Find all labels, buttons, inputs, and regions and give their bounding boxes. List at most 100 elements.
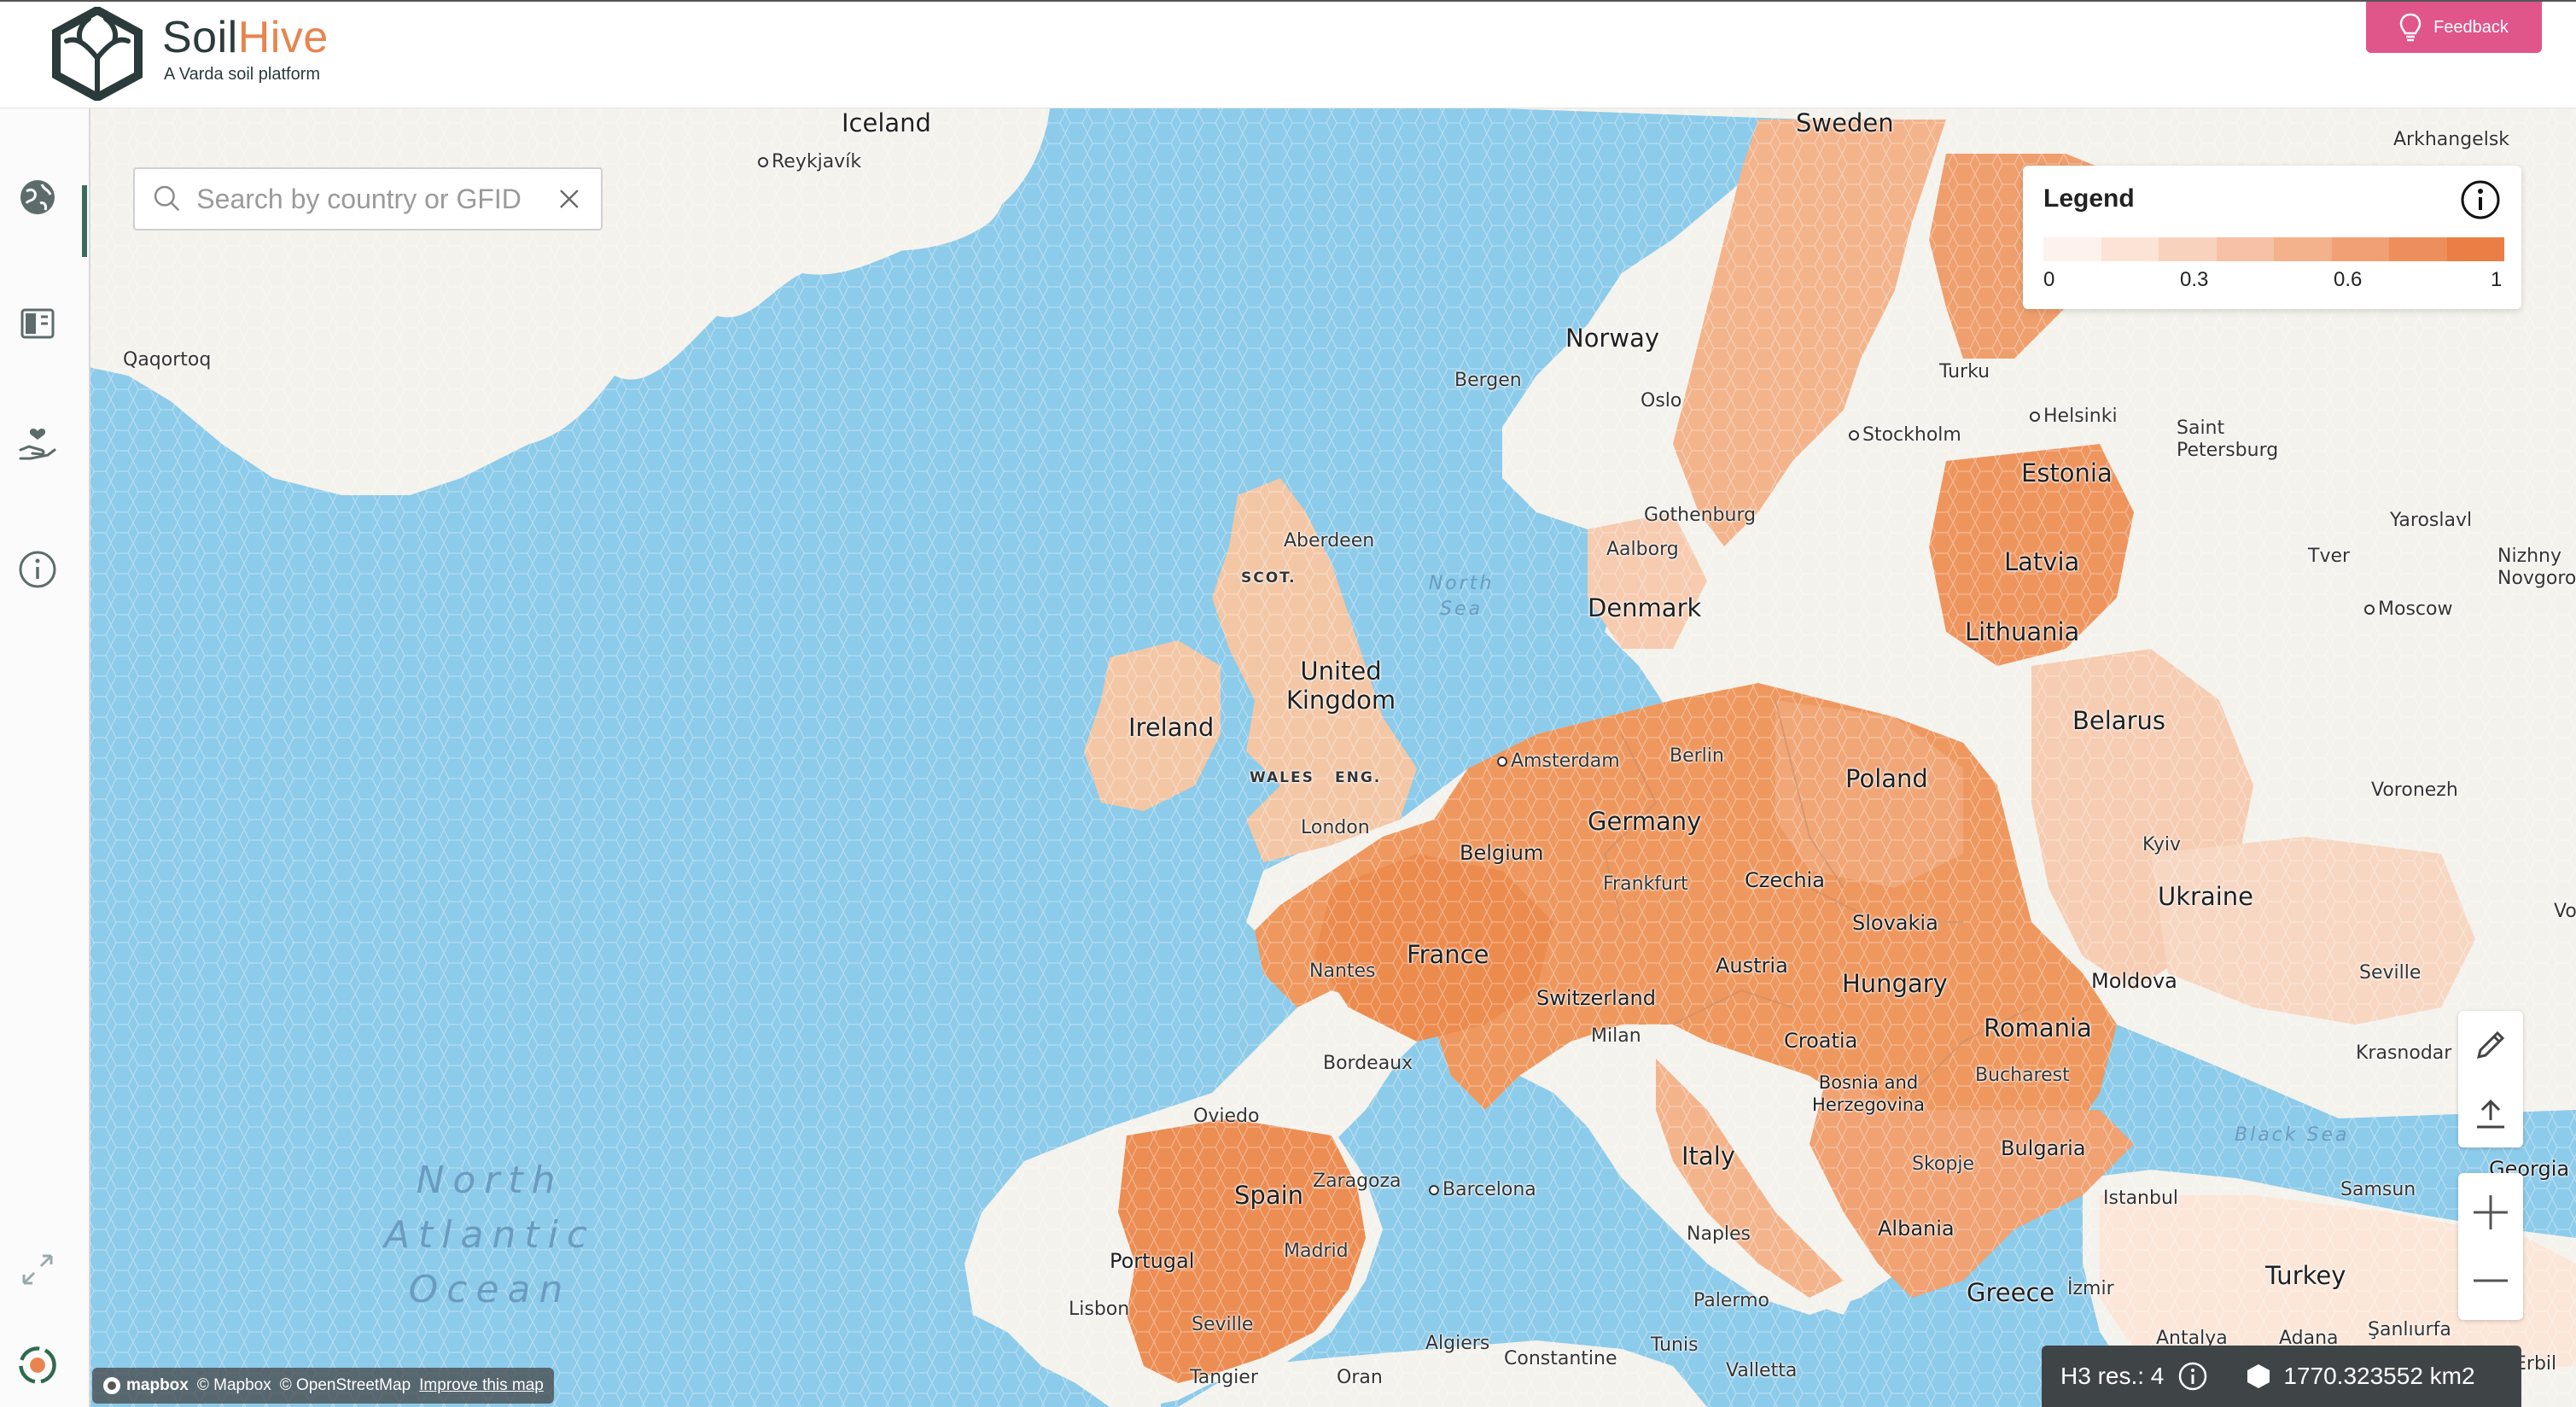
map-city-samsun: Samsun bbox=[2340, 1179, 2416, 1200]
map-city-valletta: Valletta bbox=[1726, 1360, 1798, 1381]
map-city-oviedo: Oviedo bbox=[1193, 1106, 1260, 1127]
map-city-barcelona: Barcelona bbox=[1429, 1179, 1536, 1200]
map-city-volgograd: Volgograd bbox=[2554, 901, 2576, 922]
zoom-controls bbox=[2458, 1173, 2523, 1320]
map-city-krasnodar: Krasnodar bbox=[2356, 1042, 2452, 1064]
map-city-stockholm: Stockholm bbox=[1849, 424, 1961, 446]
map-city-london: London bbox=[1301, 817, 1370, 838]
map-city-naples: Naples bbox=[1687, 1223, 1751, 1245]
map-label-poland: Poland bbox=[1845, 764, 1928, 793]
map-city-constantine: Constantine bbox=[1504, 1348, 1617, 1369]
soilhive-logo-icon[interactable] bbox=[50, 7, 145, 101]
map-city-tver: Tver bbox=[2308, 546, 2351, 567]
expand-icon[interactable] bbox=[17, 1249, 58, 1290]
map-attribution: mapbox © Mapbox © OpenStreetMap Improve … bbox=[92, 1368, 554, 1404]
search-input[interactable] bbox=[195, 172, 557, 225]
map-label-ireland: Ireland bbox=[1128, 713, 1215, 742]
legend-swatch bbox=[2043, 237, 2101, 261]
clear-search-icon[interactable] bbox=[557, 184, 582, 214]
map-label-ukraine: Ukraine bbox=[2158, 882, 2253, 911]
legend-swatch bbox=[2331, 237, 2389, 261]
map-city-aberdeen: Aberdeen bbox=[1284, 530, 1375, 552]
map-city-lisbon: Lisbon bbox=[1069, 1299, 1130, 1320]
map-label-sweden: Sweden bbox=[1796, 108, 1894, 137]
legend-swatch bbox=[2274, 237, 2332, 261]
layers-panel-icon[interactable] bbox=[17, 303, 58, 344]
map-label-estonia: Estonia bbox=[2021, 458, 2113, 487]
map-city-izmir: İzmir bbox=[2067, 1278, 2114, 1299]
map-city-qaqortoq: Qaqortoq bbox=[123, 349, 212, 371]
map-label-albania: Albania bbox=[1878, 1217, 1955, 1241]
map-label-belgium: Belgium bbox=[1460, 841, 1544, 865]
zoom-out-button[interactable] bbox=[2458, 1248, 2523, 1313]
osm-link[interactable]: © OpenStreetMap bbox=[280, 1376, 411, 1395]
map-region-scotland: SCOT. bbox=[1241, 569, 1297, 587]
map-label-czechia: Czechia bbox=[1745, 868, 1825, 892]
map-city-tunis: Tunis bbox=[1651, 1334, 1699, 1356]
map-city-moscow: Moscow bbox=[2364, 598, 2452, 620]
map-city-tangier: Tangier bbox=[1190, 1367, 1258, 1388]
feedback-label: Feedback bbox=[2433, 17, 2509, 37]
legend-color-scale bbox=[2043, 237, 2504, 261]
map-city-bordeaux: Bordeaux bbox=[1323, 1053, 1413, 1074]
globe-icon[interactable] bbox=[17, 177, 58, 218]
map-label-italy: Italy bbox=[1681, 1141, 1735, 1171]
map-city-gothenburg: Gothenburg bbox=[1644, 505, 1757, 526]
map-city-oslo: Oslo bbox=[1641, 390, 1682, 412]
map-label-hungary: Hungary bbox=[1842, 969, 1948, 998]
map-label-bulgaria: Bulgaria bbox=[2001, 1136, 2086, 1160]
map-city-kyiv: Kyiv bbox=[2142, 834, 2181, 855]
map-label-iceland: Iceland bbox=[842, 108, 931, 137]
map-city-zaragoza: Zaragoza bbox=[1313, 1171, 1402, 1192]
map-city-yaroslavl: Yaroslavl bbox=[2390, 510, 2473, 531]
map-city-turku: Turku bbox=[1939, 361, 1990, 382]
sidebar bbox=[0, 108, 90, 1407]
map-label-belarus: Belarus bbox=[2072, 706, 2165, 735]
map-city-amsterdam: Amsterdam bbox=[1497, 750, 1620, 772]
upload-button[interactable] bbox=[2458, 1081, 2523, 1146]
map-label-france: France bbox=[1407, 940, 1489, 969]
app-header: SoilHive A Varda soil platform Feedback bbox=[0, 0, 2576, 108]
mapbox-link[interactable]: © Mapbox bbox=[197, 1376, 271, 1395]
map-label-denmark: Denmark bbox=[1588, 593, 1702, 622]
map-tools bbox=[2458, 1011, 2523, 1147]
map-label-greece: Greece bbox=[1967, 1278, 2055, 1307]
legend-tick-1: 1 bbox=[2491, 268, 2503, 291]
draw-tool-button[interactable] bbox=[2458, 1013, 2523, 1077]
improve-map-link[interactable]: Improve this map bbox=[419, 1376, 544, 1395]
legend-info-icon[interactable] bbox=[2460, 179, 2501, 220]
lightbulb-icon bbox=[2399, 13, 2422, 42]
legend-swatch bbox=[2101, 237, 2159, 261]
mapbox-logo-icon[interactable]: mapbox bbox=[102, 1376, 189, 1395]
upload-icon bbox=[2477, 1099, 2504, 1129]
legend-swatch bbox=[2216, 237, 2274, 261]
minus-icon bbox=[2474, 1279, 2508, 1282]
legend-tick-03: 0.3 bbox=[2180, 268, 2209, 291]
map-label-moldova: Moldova bbox=[2091, 969, 2177, 993]
h3-info-icon[interactable] bbox=[2177, 1361, 2208, 1392]
search-box[interactable] bbox=[133, 167, 603, 231]
map-label-bosnia: Bosnia and Herzegovina bbox=[1812, 1072, 1925, 1115]
map-label-romania: Romania bbox=[1984, 1013, 2092, 1042]
map-city-sanliurfa: Şanlıurfa bbox=[2368, 1319, 2451, 1340]
info-icon[interactable] bbox=[17, 549, 58, 590]
feedback-button[interactable]: Feedback bbox=[2366, 2, 2542, 53]
map-label-north-atlantic-ocean: North Atlantic Ocean bbox=[383, 1159, 597, 1311]
map-region-england: ENG. bbox=[1335, 769, 1382, 786]
map-city-bergen: Bergen bbox=[1454, 370, 1522, 391]
plus-icon bbox=[2474, 1195, 2508, 1229]
map-city-istanbul: Istanbul bbox=[2103, 1188, 2179, 1209]
legend-swatch bbox=[2446, 237, 2504, 261]
hex-area-value: 1770.323552 km2 bbox=[2283, 1363, 2475, 1389]
hand-heart-icon[interactable] bbox=[17, 424, 58, 465]
map-city-voronezh: Voronezh bbox=[2371, 779, 2458, 801]
map-label-portugal: Portugal bbox=[1110, 1249, 1195, 1273]
map-city-nantes: Nantes bbox=[1309, 960, 1376, 982]
zoom-in-button[interactable] bbox=[2458, 1180, 2523, 1245]
map-city-saint-petersburg: Saint Petersburg bbox=[2177, 417, 2279, 461]
legend-tick-06: 0.6 bbox=[2334, 268, 2363, 291]
map-label-spain: Spain bbox=[1234, 1181, 1304, 1210]
h3-resolution-label: H3 res.: 4 bbox=[2060, 1363, 2165, 1389]
map-city-reykjavik: Reykjavík bbox=[758, 151, 861, 172]
brand-tagline: A Varda soil platform bbox=[164, 65, 321, 84]
